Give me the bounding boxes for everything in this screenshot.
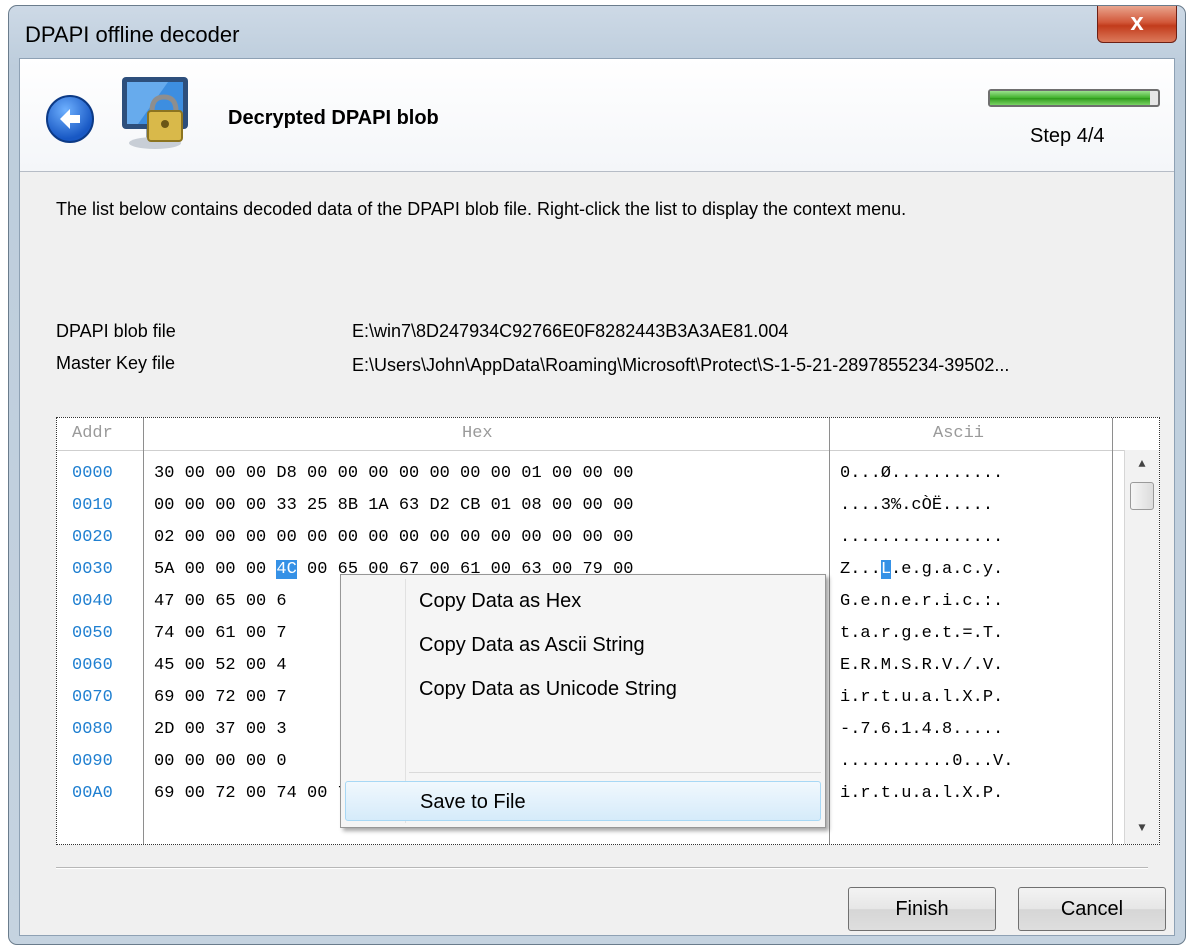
- column-header-hex[interactable]: Hex: [462, 424, 493, 443]
- row-hex-values[interactable]: 74 00 61 00 7: [154, 618, 287, 650]
- menu-item-copy-ascii[interactable]: Copy Data as Ascii String: [345, 625, 821, 665]
- row-address: 00A0: [72, 784, 113, 803]
- context-menu: Copy Data as Hex Copy Data as Ascii Stri…: [340, 574, 826, 828]
- row-ascii-values[interactable]: t.a.r.g.e.t.=.T.: [840, 618, 1003, 650]
- finish-button[interactable]: Finish: [848, 887, 996, 931]
- masterkey-file-label: Master Key file: [56, 353, 176, 373]
- row-ascii-values[interactable]: Z...L.e.g.a.c.y.: [840, 554, 1003, 586]
- row-ascii-values[interactable]: G.e.n.e.r.i.c.:.: [840, 586, 1003, 618]
- blob-file-label: DPAPI blob file: [56, 321, 176, 341]
- cancel-button[interactable]: Cancel: [1018, 887, 1166, 931]
- row-hex-values[interactable]: 47 00 65 00 6: [154, 586, 287, 618]
- wizard-header: Decrypted DPAPI blob Step 4/4: [20, 59, 1174, 172]
- step-progress-bar: [988, 89, 1160, 107]
- column-header-addr[interactable]: Addr: [72, 424, 113, 443]
- row-address: 0080: [72, 720, 113, 739]
- row-ascii-values[interactable]: 0...Ø...........: [840, 458, 1003, 490]
- back-arrow-icon[interactable]: [46, 95, 94, 143]
- hex-row[interactable]: 0000 30 00 00 00 D8 00 00 00 00 00 00 00 …: [57, 458, 1159, 490]
- row-address: 0090: [72, 752, 113, 771]
- header-title: Decrypted DPAPI blob: [228, 107, 439, 129]
- blob-file-value: E:\win7\8D247934C92766E0F8282443B3A3AE81…: [352, 321, 789, 341]
- masterkey-file-value: E:\Users\John\AppData\Roaming\Microsoft\…: [352, 355, 1010, 375]
- close-icon: x: [1130, 9, 1144, 36]
- close-button[interactable]: x: [1097, 6, 1177, 43]
- scroll-down-icon[interactable]: ▼: [1125, 816, 1159, 840]
- column-header-ascii[interactable]: Ascii: [933, 424, 984, 443]
- row-address: 0020: [72, 528, 113, 547]
- row-address: 0000: [72, 464, 113, 483]
- row-ascii-values[interactable]: ................: [840, 522, 1003, 554]
- menu-item-save-to-file[interactable]: Save to File: [345, 781, 821, 821]
- dialog-client: Decrypted DPAPI blob Step 4/4 The list b…: [19, 58, 1175, 936]
- row-address: 0070: [72, 688, 113, 707]
- progress-fill: [990, 91, 1150, 105]
- step-indicator: Step 4/4: [1030, 125, 1105, 147]
- row-hex-values[interactable]: 2D 00 37 00 3: [154, 714, 287, 746]
- row-address: 0030: [72, 560, 113, 579]
- selected-byte-hex[interactable]: 4C: [276, 560, 297, 579]
- monitor-lock-icon: [108, 71, 200, 163]
- row-hex-values[interactable]: 02 00 00 00 00 00 00 00 00 00 00 00 00 0…: [154, 522, 633, 554]
- hex-row[interactable]: 0020 02 00 00 00 00 00 00 00 00 00 00 00 …: [57, 522, 1159, 554]
- row-address: 0010: [72, 496, 113, 515]
- row-ascii-values[interactable]: ....3%.cÒË.....: [840, 490, 993, 522]
- description-text: The list below contains decoded data of …: [56, 199, 907, 219]
- scroll-up-icon[interactable]: ▲: [1125, 452, 1159, 476]
- dialog-window: DPAPI offline decoder x Decrypted DPAPI …: [8, 5, 1186, 945]
- row-hex-values[interactable]: 30 00 00 00 D8 00 00 00 00 00 00 00 01 0…: [154, 458, 633, 490]
- hex-view-header: Addr Hex Ascii: [57, 418, 1159, 451]
- scroll-thumb[interactable]: [1130, 482, 1154, 510]
- row-ascii-values[interactable]: -.7.6.1.4.8.....: [840, 714, 1003, 746]
- footer-divider: [56, 867, 1148, 869]
- window-title: DPAPI offline decoder: [25, 22, 240, 47]
- row-hex-values[interactable]: 00 00 00 00 33 25 8B 1A 63 D2 CB 01 08 0…: [154, 490, 633, 522]
- menu-separator: [409, 772, 821, 773]
- row-address: 0050: [72, 624, 113, 643]
- hex-row[interactable]: 0010 00 00 00 00 33 25 8B 1A 63 D2 CB 01 …: [57, 490, 1159, 522]
- menu-item-copy-unicode[interactable]: Copy Data as Unicode String: [345, 669, 821, 709]
- row-ascii-values[interactable]: i.r.t.u.a.l.X.P.: [840, 778, 1003, 810]
- row-address: 0060: [72, 656, 113, 675]
- row-address: 0040: [72, 592, 113, 611]
- row-ascii-values[interactable]: E.R.M.S.R.V./.V.: [840, 650, 1003, 682]
- vertical-scrollbar[interactable]: ▲ ▼: [1124, 450, 1159, 844]
- row-hex-values[interactable]: 69 00 72 00 7: [154, 682, 287, 714]
- menu-item-copy-hex[interactable]: Copy Data as Hex: [345, 581, 821, 621]
- row-hex-values[interactable]: 45 00 52 00 4: [154, 650, 287, 682]
- row-ascii-values[interactable]: ...........0...V.: [840, 746, 1013, 778]
- row-hex-values[interactable]: 00 00 00 00 0: [154, 746, 287, 778]
- selected-byte-ascii[interactable]: L: [880, 560, 892, 579]
- row-ascii-values[interactable]: i.r.t.u.a.l.X.P.: [840, 682, 1003, 714]
